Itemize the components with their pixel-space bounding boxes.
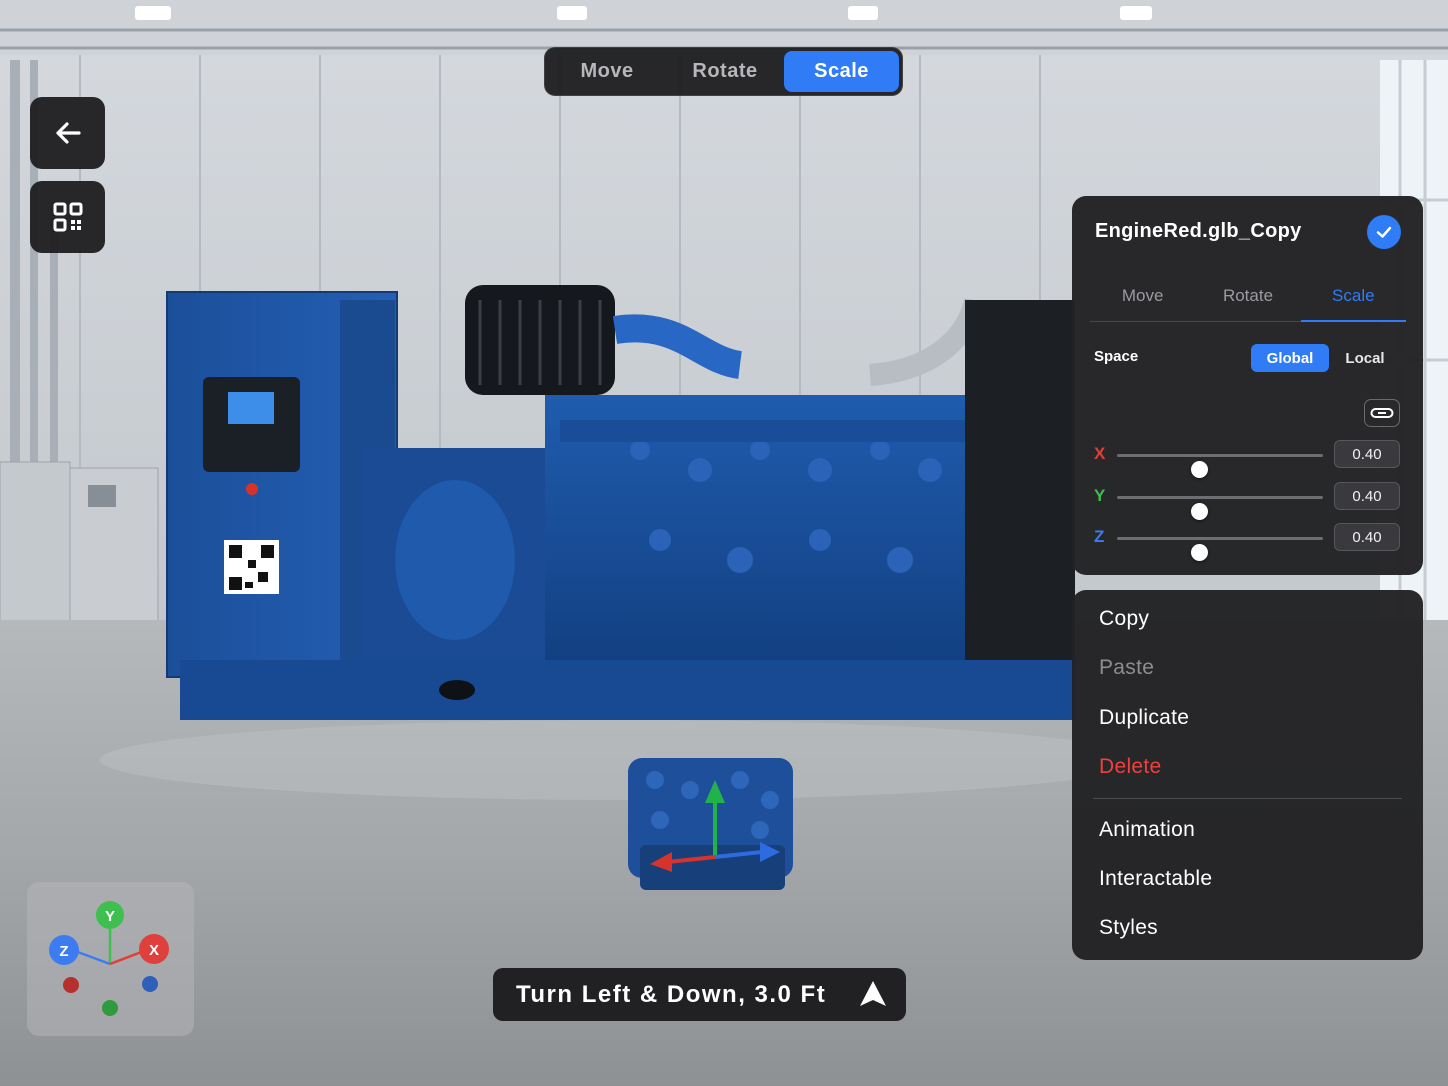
navigation-arrow-icon [860,981,886,1006]
menu-item-interactable[interactable]: Interactable [1099,867,1212,891]
tab-rotate[interactable]: Rotate [1195,270,1300,321]
arrow-left-icon [55,122,81,144]
axis-y-label: Y [1094,486,1106,505]
scale-x-row: X 0.40 [1072,440,1423,478]
mode-scale-button[interactable]: Scale [784,51,899,92]
scale-z-slider-thumb[interactable] [1191,544,1209,561]
menu-item-duplicate[interactable]: Duplicate [1099,706,1189,730]
scale-y-slider[interactable] [1117,496,1323,520]
scale-z-row: Z 0.40 [1072,523,1423,561]
space-local-button[interactable]: Local [1334,344,1396,372]
space-global-button[interactable]: Global [1251,344,1329,372]
tab-move[interactable]: Move [1090,270,1195,321]
scale-x-slider-thumb[interactable] [1191,461,1209,478]
object-context-menu: Copy Paste Duplicate Delete Animation In… [1072,590,1423,960]
axis-gizmo-icon: Y X Z [49,901,169,1016]
navigation-hint-text: Turn Left & Down, 3.0 Ft [516,980,827,1008]
axis-z-label: Z [1094,527,1105,546]
link-icon [1370,408,1394,418]
qr-code-icon [53,202,82,232]
scale-x-input[interactable]: 0.40 [1334,440,1400,468]
link-axes-button[interactable] [1364,399,1400,427]
menu-item-paste[interactable]: Paste [1099,656,1154,680]
menu-item-copy[interactable]: Copy [1099,607,1149,631]
space-label: Space [1094,348,1139,365]
gizmo-z-label: Z [59,943,68,960]
gizmo-x-label: X [149,942,159,959]
menu-item-delete[interactable]: Delete [1099,755,1162,779]
confirm-button[interactable] [1367,215,1401,249]
menu-item-animation[interactable]: Animation [1099,818,1195,842]
scale-z-slider[interactable] [1117,537,1323,561]
scale-y-input[interactable]: 0.40 [1334,482,1400,510]
tab-scale[interactable]: Scale [1300,270,1407,322]
scale-y-slider-thumb[interactable] [1191,503,1209,520]
transform-mode-bar: Move Rotate Scale [544,47,903,96]
transform-tabs: Move Rotate Scale [1090,270,1407,322]
scale-z-input[interactable]: 0.40 [1334,523,1400,551]
navigation-hint: Turn Left & Down, 3.0 Ft [493,968,906,1021]
transform-properties-panel: EngineRed.glb_Copy Move Rotate Scale Spa… [1072,196,1423,575]
menu-divider [1093,798,1402,799]
checkmark-icon [1376,226,1392,238]
orientation-gizmo[interactable]: Y X Z [27,882,194,1036]
axis-x-label: X [1094,444,1106,463]
qr-code-button[interactable] [30,181,105,253]
mode-rotate-button[interactable]: Rotate [666,51,784,92]
gizmo-y-label: Y [105,908,115,925]
scale-x-slider[interactable] [1117,454,1323,478]
scale-y-row: Y 0.40 [1072,482,1423,520]
menu-item-styles[interactable]: Styles [1099,916,1158,940]
mode-move-button[interactable]: Move [548,51,666,92]
back-button[interactable] [30,97,105,169]
object-name: EngineRed.glb_Copy [1095,220,1302,242]
